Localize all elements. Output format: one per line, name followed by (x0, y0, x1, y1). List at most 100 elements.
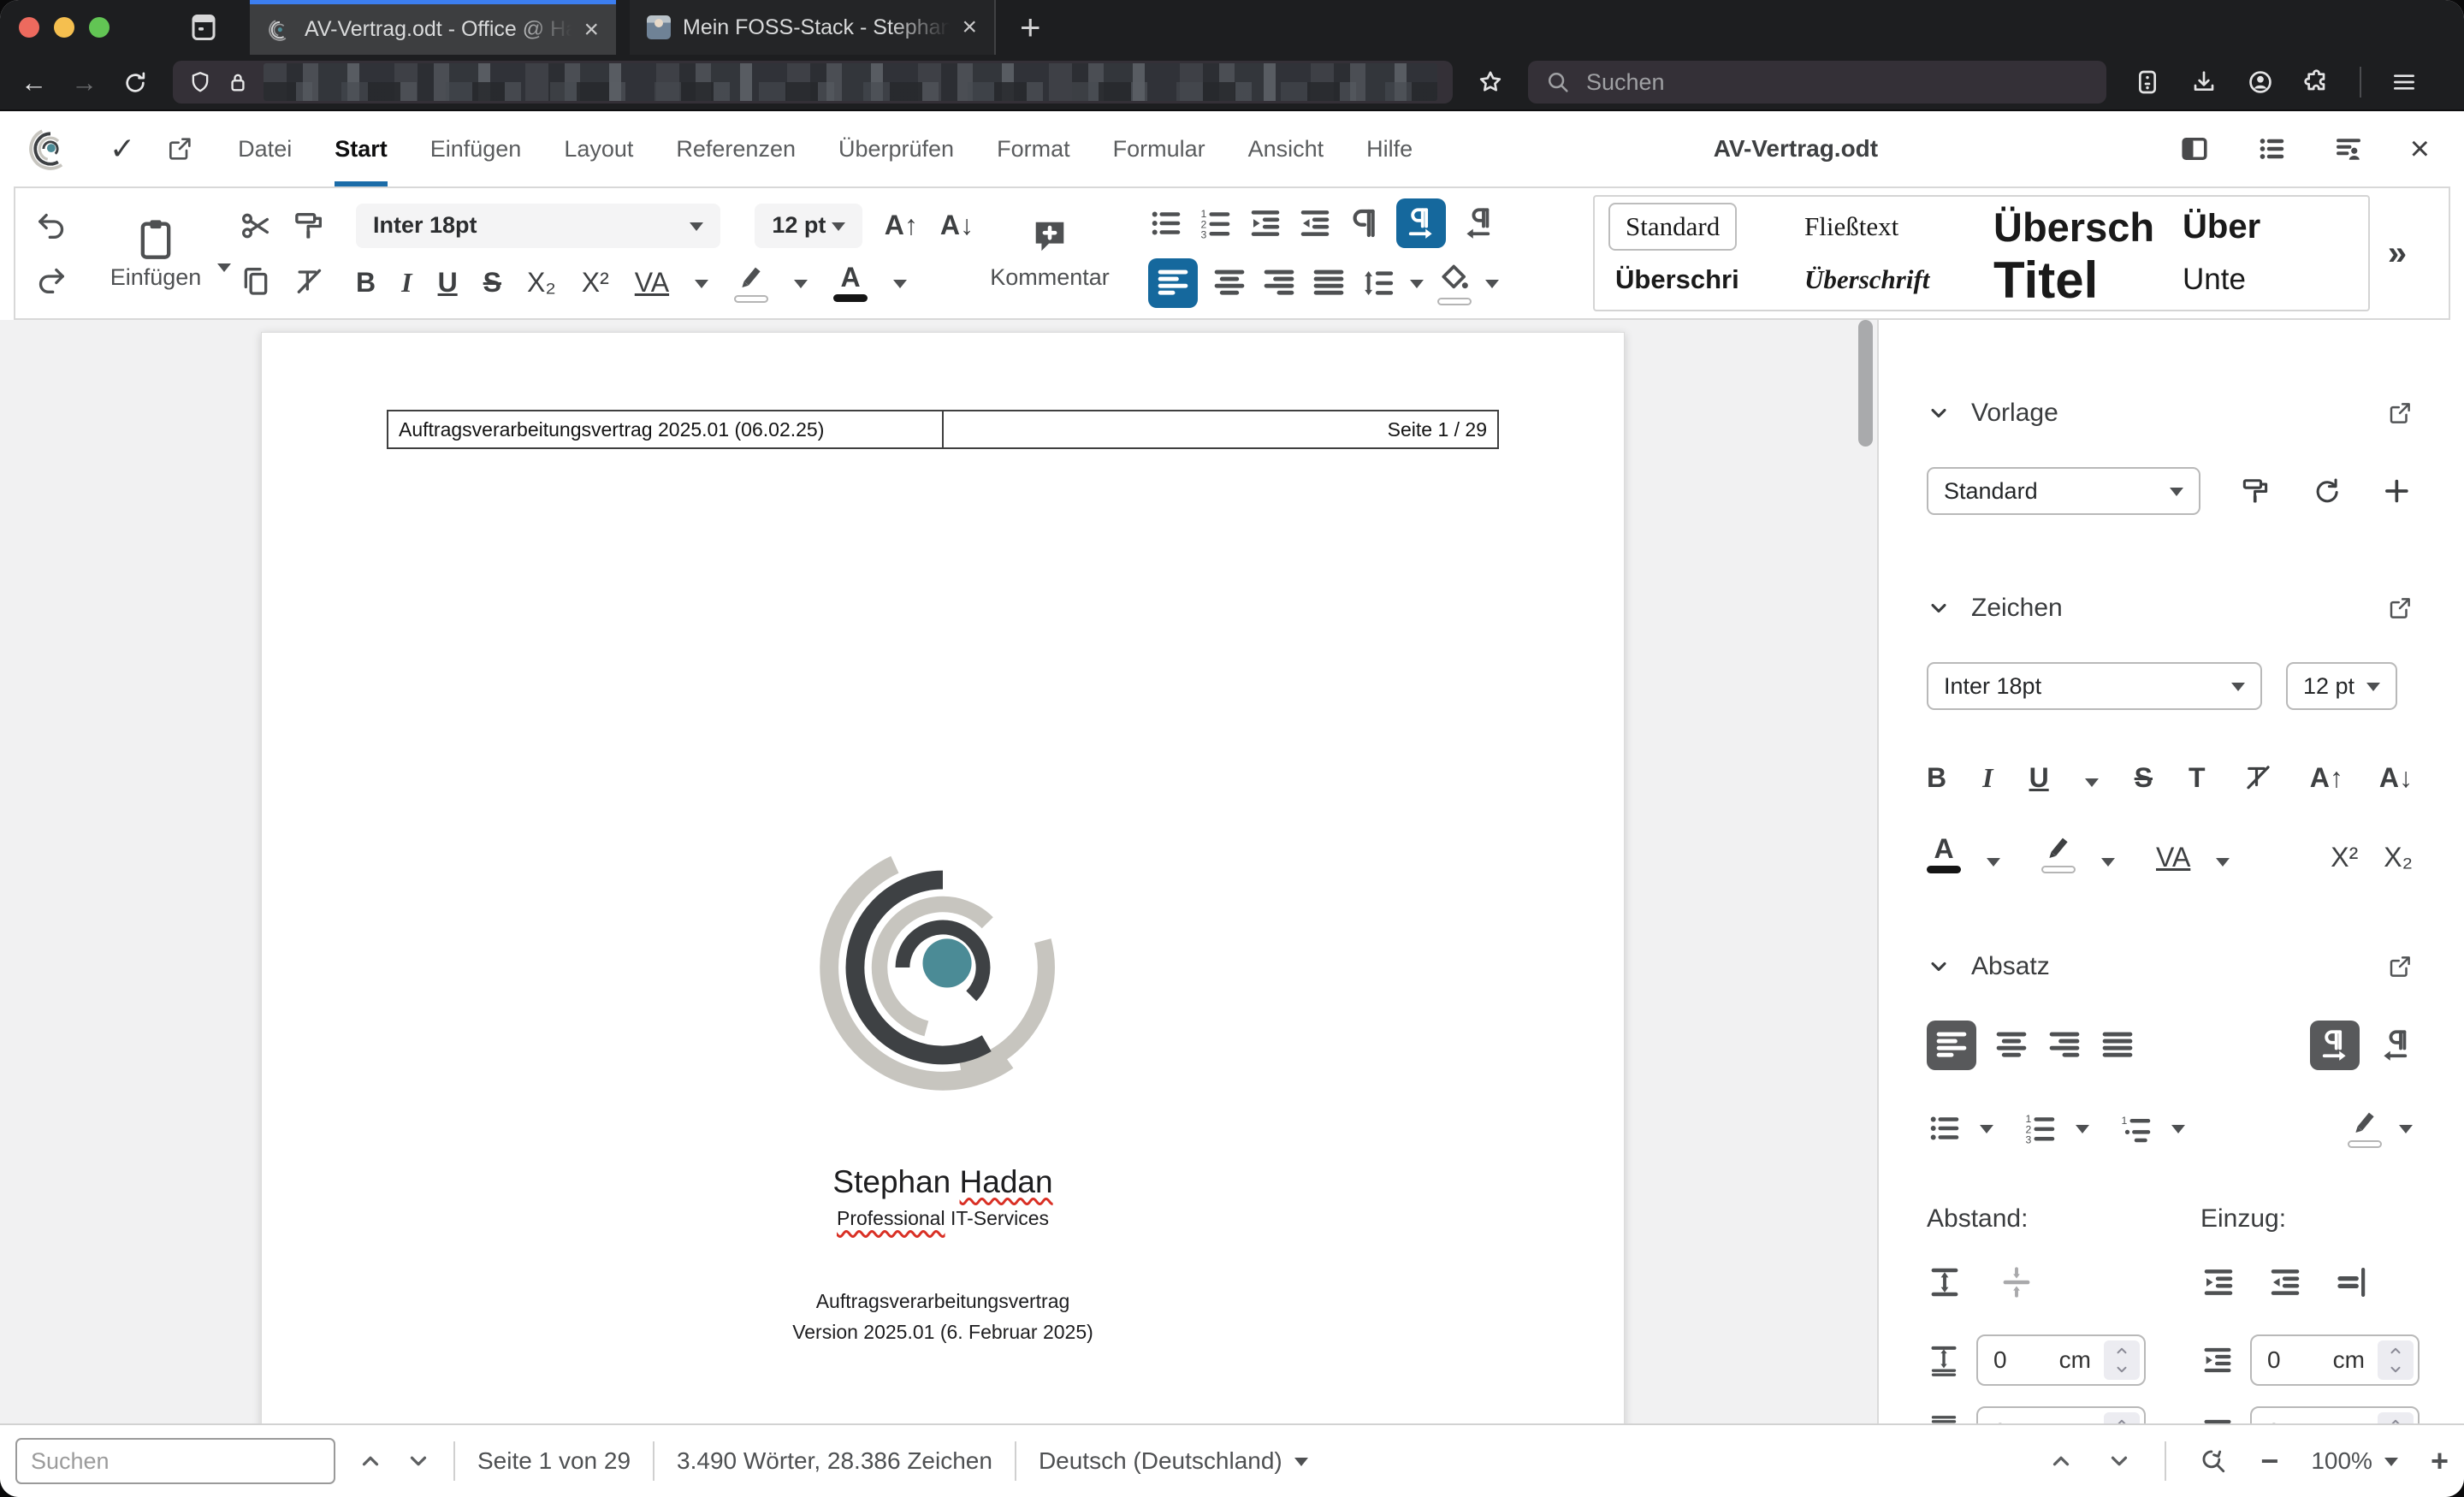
superscript-button[interactable]: X² (582, 267, 609, 299)
vorlage-dialog-icon[interactable] (2387, 400, 2413, 426)
underline-button[interactable]: U (2029, 762, 2049, 794)
bold-button[interactable]: B (356, 267, 376, 299)
increase-indent-icon[interactable] (1247, 205, 1283, 241)
chevron-down-icon[interactable] (1927, 955, 1951, 979)
document-subject[interactable]: Auftragsverarbeitungsvertrag Version 202… (262, 1287, 1624, 1347)
style-select[interactable]: Standard (1927, 467, 2200, 515)
menu-ansicht[interactable]: Ansicht (1248, 111, 1324, 186)
cut-icon[interactable] (239, 209, 273, 243)
lock-icon[interactable] (226, 70, 250, 94)
author-name[interactable]: Stephan Hadan (262, 1164, 1624, 1200)
highlight-caret[interactable] (794, 279, 808, 295)
bold-button[interactable]: B (1927, 762, 1946, 794)
strikethrough-button[interactable]: S (483, 267, 501, 299)
copy-icon[interactable] (239, 263, 273, 298)
paragraph-ltr-button-active[interactable] (2310, 1021, 2360, 1070)
background-caret[interactable] (2399, 1124, 2413, 1140)
header-right-cell[interactable]: Seite 1 / 29 (944, 411, 1497, 447)
increase-indent-icon[interactable] (2200, 1264, 2236, 1300)
style-titel[interactable]: Titel (1981, 251, 2171, 310)
containers-icon[interactable] (2134, 68, 2161, 96)
paragraph-background-button[interactable] (2348, 1108, 2382, 1148)
shrink-font-button[interactable]: A↓ (940, 210, 974, 241)
vertical-scrollbar[interactable] (1858, 320, 1873, 447)
menu-ueberpruefen[interactable]: Überprüfen (838, 111, 954, 186)
align-right-icon[interactable] (1261, 265, 1297, 301)
reload-button[interactable] (121, 68, 149, 97)
line-spacing-icon[interactable] (1360, 265, 1396, 301)
underline-caret[interactable] (2084, 778, 2099, 794)
space-below-field[interactable]: 0cm (1976, 1406, 2146, 1423)
previous-page-icon[interactable] (2048, 1448, 2074, 1474)
menu-hilfe[interactable]: Hilfe (1366, 111, 1413, 186)
language-selector[interactable]: Deutsch (Deutschland) (1039, 1447, 1308, 1475)
style-standard-selected[interactable]: Standard (1608, 203, 1738, 251)
extensions-icon[interactable] (2303, 68, 2331, 96)
align-left-button-active[interactable] (1927, 1021, 1976, 1070)
clone-formatting-icon[interactable] (292, 209, 326, 243)
clear-formatting-icon[interactable] (2242, 760, 2274, 794)
background-caret[interactable] (1485, 280, 1499, 295)
new-style-icon[interactable] (2381, 473, 2413, 509)
font-color-caret[interactable] (1987, 858, 2000, 873)
find-next-icon[interactable] (406, 1448, 431, 1474)
numbered-list-icon[interactable] (2023, 1110, 2058, 1146)
justify-icon[interactable] (2100, 1027, 2135, 1063)
maximize-window-button[interactable] (89, 17, 110, 38)
toolbar-expand-button[interactable]: » (2370, 188, 2425, 318)
spinner-buttons[interactable] (2104, 1340, 2140, 1380)
tab-av-vertrag[interactable]: AV-Vertrag.odt - Office @ Hada × (250, 0, 616, 55)
vorlage-section-header[interactable]: Vorlage (1927, 399, 2413, 428)
zoom-reset-icon[interactable] (2199, 1447, 2228, 1476)
subscript-button[interactable]: X₂ (2384, 842, 2413, 873)
style-ueberschrift-3[interactable]: Überschri (1603, 264, 1792, 295)
bookmark-star-icon[interactable] (1477, 68, 1504, 96)
underline-button[interactable]: U (438, 267, 458, 299)
shield-icon[interactable] (188, 70, 212, 94)
font-size-combobox[interactable]: 12 pt (755, 203, 862, 248)
numbered-list-icon[interactable] (1198, 205, 1234, 241)
redo-icon[interactable] (34, 263, 68, 298)
style-ueberschrift-italic[interactable]: Überschrift (1792, 264, 1981, 295)
align-center-icon[interactable] (1993, 1027, 2029, 1063)
find-previous-icon[interactable] (358, 1448, 383, 1474)
spinner-buttons[interactable] (2378, 1412, 2414, 1423)
forward-button[interactable]: → (71, 69, 98, 96)
superscript-button[interactable]: X² (2331, 842, 2358, 873)
highlight-caret[interactable] (2101, 858, 2115, 873)
space-above-field[interactable]: 0 cm (1976, 1334, 2146, 1386)
undo-icon[interactable] (34, 209, 68, 243)
menu-formular[interactable]: Formular (1113, 111, 1205, 186)
spacing-caret[interactable] (695, 279, 709, 295)
font-color-caret[interactable] (893, 279, 908, 295)
paragraph-rtl-icon[interactable] (2377, 1027, 2413, 1063)
paragraph-ltr-button-active[interactable] (1396, 198, 1446, 248)
highlight-color-button[interactable] (2041, 833, 2076, 873)
zeichen-section-header[interactable]: Zeichen (1927, 594, 2413, 623)
hanging-indent-field[interactable]: 0cm (2250, 1406, 2420, 1423)
paragraph-spacing-icon[interactable] (1927, 1264, 1963, 1300)
absatz-section-header[interactable]: Absatz (1927, 952, 2413, 981)
clear-formatting-icon[interactable] (292, 263, 326, 298)
style-ueberschrift-1[interactable]: Übersch (1981, 204, 2171, 251)
character-spacing-button[interactable]: VA (635, 267, 669, 299)
page-count[interactable]: Seite 1 von 29 (477, 1447, 631, 1475)
update-style-icon[interactable] (2311, 473, 2343, 509)
close-window-button[interactable] (19, 17, 39, 38)
italic-button[interactable]: I (401, 267, 412, 299)
chevron-down-icon[interactable] (1927, 596, 1951, 620)
open-in-new-window-icon[interactable] (166, 135, 193, 163)
decrease-indent-icon[interactable] (1297, 205, 1333, 241)
sidebar-font-size[interactable]: 12 pt (2286, 662, 2397, 710)
shrink-font-button[interactable]: A↓ (2379, 762, 2413, 794)
paste-dropdown-caret[interactable] (217, 263, 231, 279)
new-tab-button[interactable]: + (1020, 7, 1041, 48)
subscript-button[interactable]: X₂ (527, 267, 556, 299)
close-tab-icon[interactable]: × (962, 13, 977, 42)
insert-comment-button[interactable]: Kommentar (974, 188, 1126, 318)
save-status-check-icon[interactable]: ✓ (110, 131, 135, 167)
clone-formatting-icon[interactable] (2240, 473, 2272, 509)
browser-search-field[interactable]: Suchen (1528, 61, 2106, 104)
character-spacing-button[interactable]: VA (2156, 842, 2190, 873)
menu-hamburger-icon[interactable] (2390, 68, 2418, 96)
